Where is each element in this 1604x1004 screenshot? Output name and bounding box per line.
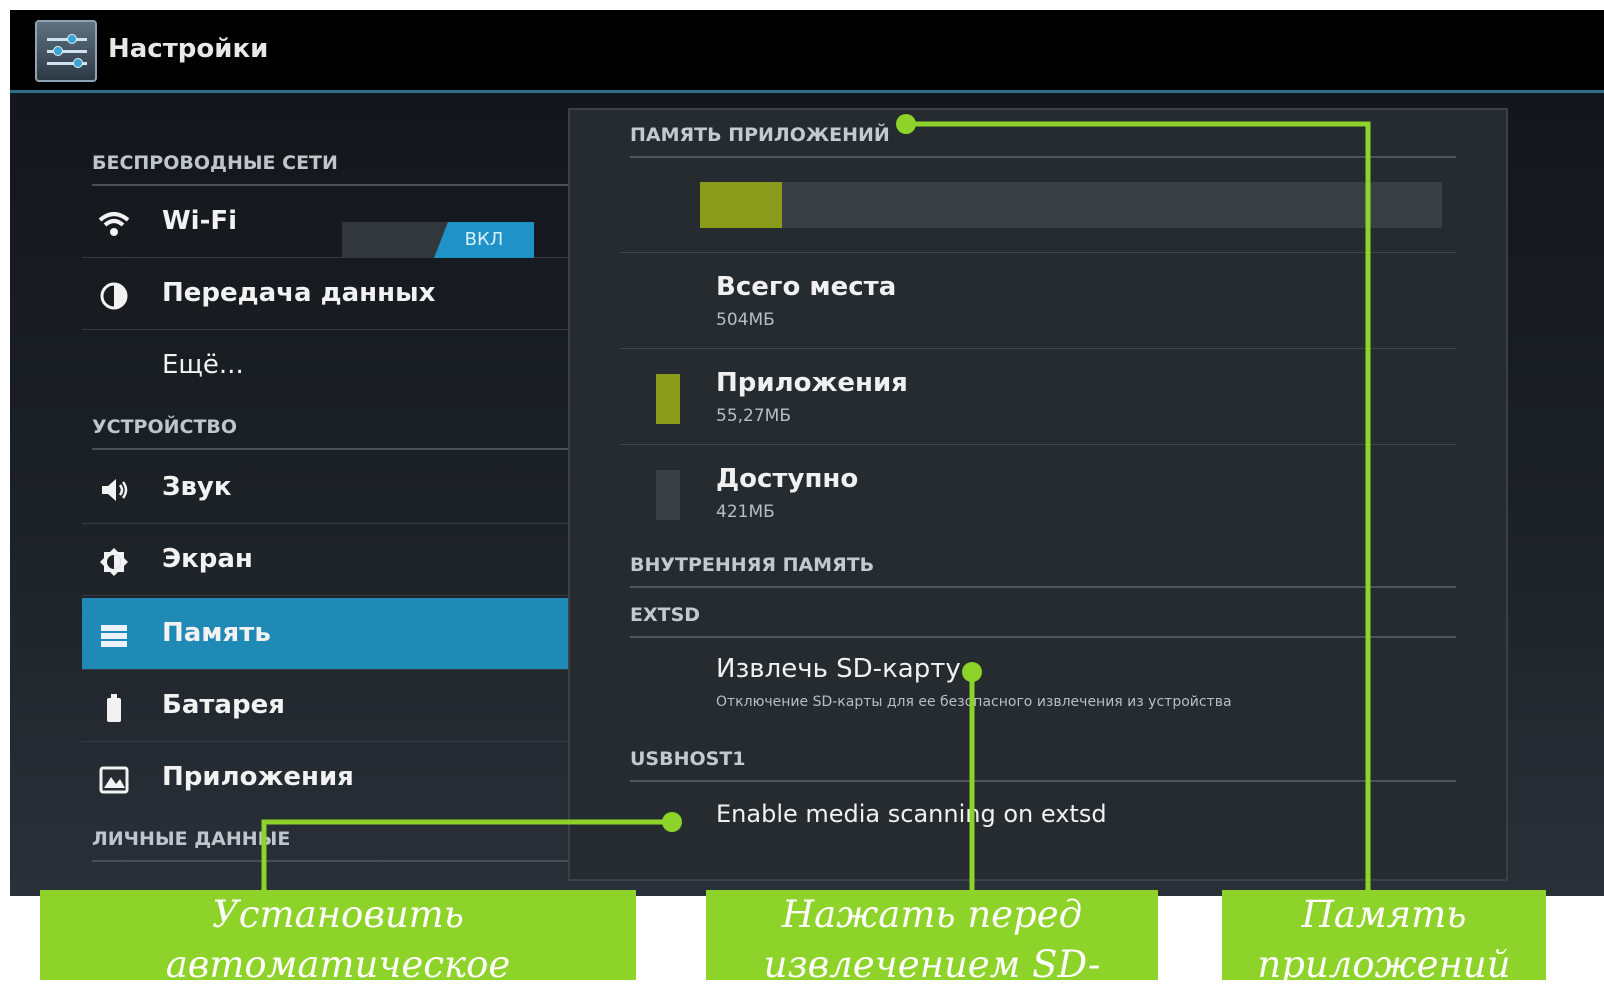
category-device: УСТРОЙСТВО [92, 416, 576, 450]
sidebar-item-apps[interactable]: Приложения [82, 742, 576, 814]
settings-sliders-icon[interactable] [35, 20, 97, 82]
category-wireless: БЕСПРОВОДНЫЕ СЕТИ [92, 152, 576, 186]
callout-app-memory: Память приложений [1222, 890, 1546, 980]
sidebar-item-display[interactable]: Экран [82, 524, 576, 596]
battery-icon [98, 692, 130, 724]
sidebar-item-storage[interactable]: Память [82, 598, 576, 670]
speaker-icon [98, 474, 130, 506]
media-scan-item[interactable]: Enable media scanning on extsd [620, 794, 1456, 854]
data-usage-icon [98, 280, 130, 312]
extsd-header: EXTSD [630, 604, 1456, 638]
media-scan-title: Enable media scanning on extsd [716, 800, 1107, 828]
unmount-sd-item[interactable]: Извлечь SD-карту Отключение SD-карты для… [620, 650, 1456, 740]
app-storage-header: ПАМЯТЬ ПРИЛОЖЕНИЙ [630, 124, 1456, 158]
free-title: Доступно [716, 464, 859, 494]
apps-icon [98, 764, 130, 796]
unmount-sd-title: Извлечь SD-карту [716, 654, 961, 684]
total-value: 504МБ [716, 310, 775, 330]
sidebar-item-sound[interactable]: Звук [82, 452, 576, 524]
apps-swatch [656, 374, 680, 424]
internal-storage-header: ВНУТРЕННЯЯ ПАМЯТЬ [630, 554, 1456, 588]
usbhost-header: USBHOST1 [630, 748, 1456, 782]
callout-auto-mount: Установить автоматическое подключение SD… [40, 890, 636, 980]
wifi-toggle-label: ВКЛ [434, 222, 534, 258]
sidebar-item-label: Память [162, 618, 271, 648]
action-bar: Настройки [10, 10, 1604, 93]
sidebar-item-label: Передача данных [162, 278, 436, 308]
brightness-icon [98, 546, 130, 578]
sidebar-item-label: Приложения [162, 762, 354, 792]
app-title: Настройки [108, 34, 269, 64]
callout-unmount: Нажать перед извлечением SD-карты [706, 890, 1158, 980]
sidebar-item-data-usage[interactable]: Передача данных [82, 258, 576, 330]
storage-icon [98, 620, 130, 652]
wifi-icon [98, 208, 130, 240]
sidebar-item-battery[interactable]: Батарея [82, 670, 576, 742]
sidebar-item-label: Ещё... [162, 350, 244, 380]
sidebar-item-label: Экран [162, 544, 253, 574]
settings-screen: Настройки БЕСПРОВОДНЫЕ СЕТИ Wi-Fi ВКЛ Пе… [10, 10, 1604, 896]
apps-value: 55,27МБ [716, 406, 791, 426]
free-swatch [656, 470, 680, 520]
storage-usage-bar [700, 182, 1442, 228]
sidebar-item-label: Wi-Fi [162, 206, 238, 236]
wifi-toggle[interactable]: ВКЛ [342, 222, 534, 258]
sidebar-item-label: Звук [162, 472, 232, 502]
storage-usage-fill [700, 182, 782, 228]
sidebar-item-more[interactable]: Ещё... [82, 330, 576, 402]
apps-title: Приложения [716, 368, 908, 398]
unmount-sd-subtitle: Отключение SD-карты для ее безопасного и… [716, 694, 1232, 710]
free-value: 421МБ [716, 502, 775, 522]
storage-panel: ПАМЯТЬ ПРИЛОЖЕНИЙ Всего места 504МБ Прил… [568, 108, 1508, 881]
total-title: Всего места [716, 272, 897, 302]
sidebar-item-label: Батарея [162, 690, 285, 720]
category-personal: ЛИЧНЫЕ ДАННЫЕ [92, 828, 576, 862]
